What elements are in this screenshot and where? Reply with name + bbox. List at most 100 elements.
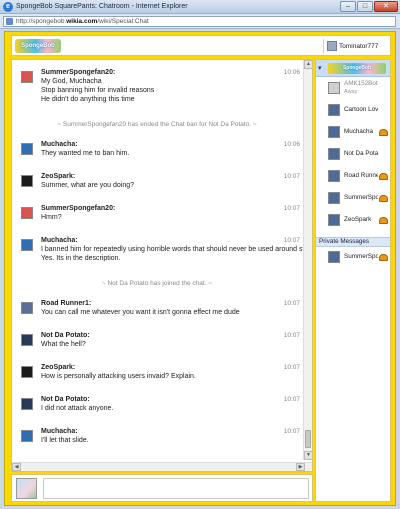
inline-alert: ~ SummerSpongefan20 has ended the Chat b… [57, 121, 257, 128]
message-avatar[interactable] [21, 71, 33, 83]
user-name: Cartoon Lover... [344, 106, 378, 113]
message-text: How is personally attacking users invaid… [41, 373, 196, 380]
message-text: What the hell? [41, 341, 86, 348]
room-logo: SpongeBob [328, 63, 386, 74]
message-text: My God, Muchacha [41, 78, 102, 85]
chat-frame: SpongeBob Tominator777 SummerSpongefan20… [4, 31, 396, 506]
page-icon [6, 18, 13, 25]
scroll-down-icon[interactable]: ▼ [304, 451, 312, 460]
user-name: Muchacha [344, 128, 374, 135]
message-text: I did not attack anyone. [41, 405, 114, 412]
user-name: Not Da Potato [344, 150, 378, 157]
message-author[interactable]: SummerSpongefan20: [41, 205, 115, 212]
user-avatar [328, 82, 340, 94]
url-field[interactable]: http://spongebob.wikia.com/wiki/Special:… [3, 16, 396, 27]
user-name: AMK152Bot [344, 80, 378, 87]
message-timestamp: 10:07 [283, 300, 300, 307]
message-text: I banned him for repeatedly using horrib… [41, 246, 313, 253]
user-avatar [328, 192, 340, 204]
private-messages-header: Private Messages [316, 237, 390, 247]
message-avatar[interactable] [21, 334, 33, 346]
user-avatar [328, 170, 340, 182]
maximize-button[interactable]: □ [357, 1, 373, 12]
message-text: Stop banning him for invalid reasons [41, 87, 155, 94]
message-timestamp: 10:07 [283, 237, 300, 244]
url-domain: wikia.com [66, 18, 98, 25]
chat-moderator-icon [379, 129, 388, 136]
minimize-button[interactable]: – [340, 1, 356, 12]
chat-log: SummerSpongefan20: 10:06 My God, Muchacha S… [11, 59, 313, 472]
scroll-left-icon[interactable]: ◀ [12, 463, 21, 471]
current-user-avatar [327, 41, 337, 51]
message-author[interactable]: Not Da Potato: [41, 396, 90, 403]
message-author[interactable]: ZeoSpark: [41, 173, 75, 180]
user-avatar [328, 251, 340, 263]
message-author[interactable]: Road Runner1: [41, 300, 91, 307]
message-avatar[interactable] [21, 430, 33, 442]
message-author[interactable]: ZeoSpark: [41, 364, 75, 371]
message-timestamp: 10:07 [283, 364, 300, 371]
user-name: SummerSpon... [344, 253, 378, 260]
user-list-item[interactable]: SummerSpon... [316, 189, 390, 209]
message-avatar[interactable] [21, 207, 33, 219]
inline-alert: ~ Not Da Potato has joined the chat. ~ [101, 280, 213, 287]
user-name: ZeoSpark [344, 216, 372, 223]
message-timestamp: 10:06 [283, 69, 300, 76]
close-button[interactable]: ✕ [374, 1, 398, 12]
url-domain-start: spongebob. [32, 18, 67, 25]
message-author[interactable]: SummerSpongefan20: [41, 69, 115, 76]
my-avatar [16, 478, 37, 499]
window-controls: – □ ✕ [340, 1, 398, 12]
message-author[interactable]: Muchacha: [41, 428, 78, 435]
chevron-down-icon[interactable]: ▾ [318, 64, 322, 72]
message-avatar[interactable] [21, 398, 33, 410]
internet-explorer-icon: e [3, 2, 13, 12]
chat-moderator-icon [379, 195, 388, 202]
user-avatar [328, 126, 340, 138]
window-titlebar: e SpongeBob SquarePants: Chatroom - Inte… [0, 0, 400, 14]
scrollbar-thumb[interactable] [305, 430, 311, 448]
user-list-sidebar: ▾ SpongeBob AMK152Bot Away Cartoon Lover..… [315, 59, 391, 502]
current-user-name: Tominator777 [339, 42, 379, 50]
message-author[interactable]: Muchacha: [41, 237, 78, 244]
message-input[interactable] [43, 478, 309, 499]
window-title: SpongeBob SquarePants: Chatroom - Intern… [16, 3, 188, 10]
room-selector[interactable]: ▾ SpongeBob [316, 60, 390, 77]
user-list-item[interactable]: Cartoon Lover... [316, 101, 390, 121]
message-timestamp: 10:07 [283, 396, 300, 403]
user-avatar [328, 214, 340, 226]
message-avatar[interactable] [21, 239, 33, 251]
scroll-up-icon[interactable]: ▲ [304, 60, 312, 69]
user-list-item[interactable]: Not Da Potato [316, 145, 390, 165]
user-list-item[interactable]: SummerSpon... [316, 248, 390, 268]
user-avatar [328, 148, 340, 160]
url-text: http://spongebob.wikia.com/wiki/Special:… [16, 18, 149, 25]
wiki-logo[interactable]: SpongeBob [15, 39, 61, 53]
message-timestamp: 10:07 [283, 428, 300, 435]
user-avatar [328, 104, 340, 116]
scroll-right-icon[interactable]: ▶ [296, 463, 305, 471]
user-list-item[interactable]: ZeoSpark [316, 211, 390, 231]
vertical-scrollbar[interactable]: ▲ ▼ [303, 60, 312, 460]
message-author[interactable]: Muchacha: [41, 141, 78, 148]
user-list-item[interactable]: AMK152Bot Away [316, 79, 390, 99]
message-text: Yes. Its in the description. [41, 255, 121, 262]
user-name: SummerSpon... [344, 194, 378, 201]
user-list-item[interactable]: Road Runner1 [316, 167, 390, 187]
horizontal-scrollbar[interactable]: ◀ ▶ [12, 462, 312, 471]
url-path: /wiki/Special:Chat [97, 18, 149, 25]
message-avatar[interactable] [21, 302, 33, 314]
user-name: Road Runner1 [344, 172, 378, 179]
message-timestamp: 10:06 [283, 141, 300, 148]
message-timestamp: 10:07 [283, 205, 300, 212]
chat-moderator-icon [379, 173, 388, 180]
message-avatar[interactable] [21, 366, 33, 378]
chat-moderator-icon [379, 217, 388, 224]
current-user[interactable]: Tominator777 [323, 39, 389, 53]
message-compose [11, 474, 313, 502]
user-status: Away [344, 89, 358, 95]
message-author[interactable]: Not Da Potato: [41, 332, 90, 339]
user-list-item[interactable]: Muchacha [316, 123, 390, 143]
message-avatar[interactable] [21, 175, 33, 187]
message-avatar[interactable] [21, 143, 33, 155]
